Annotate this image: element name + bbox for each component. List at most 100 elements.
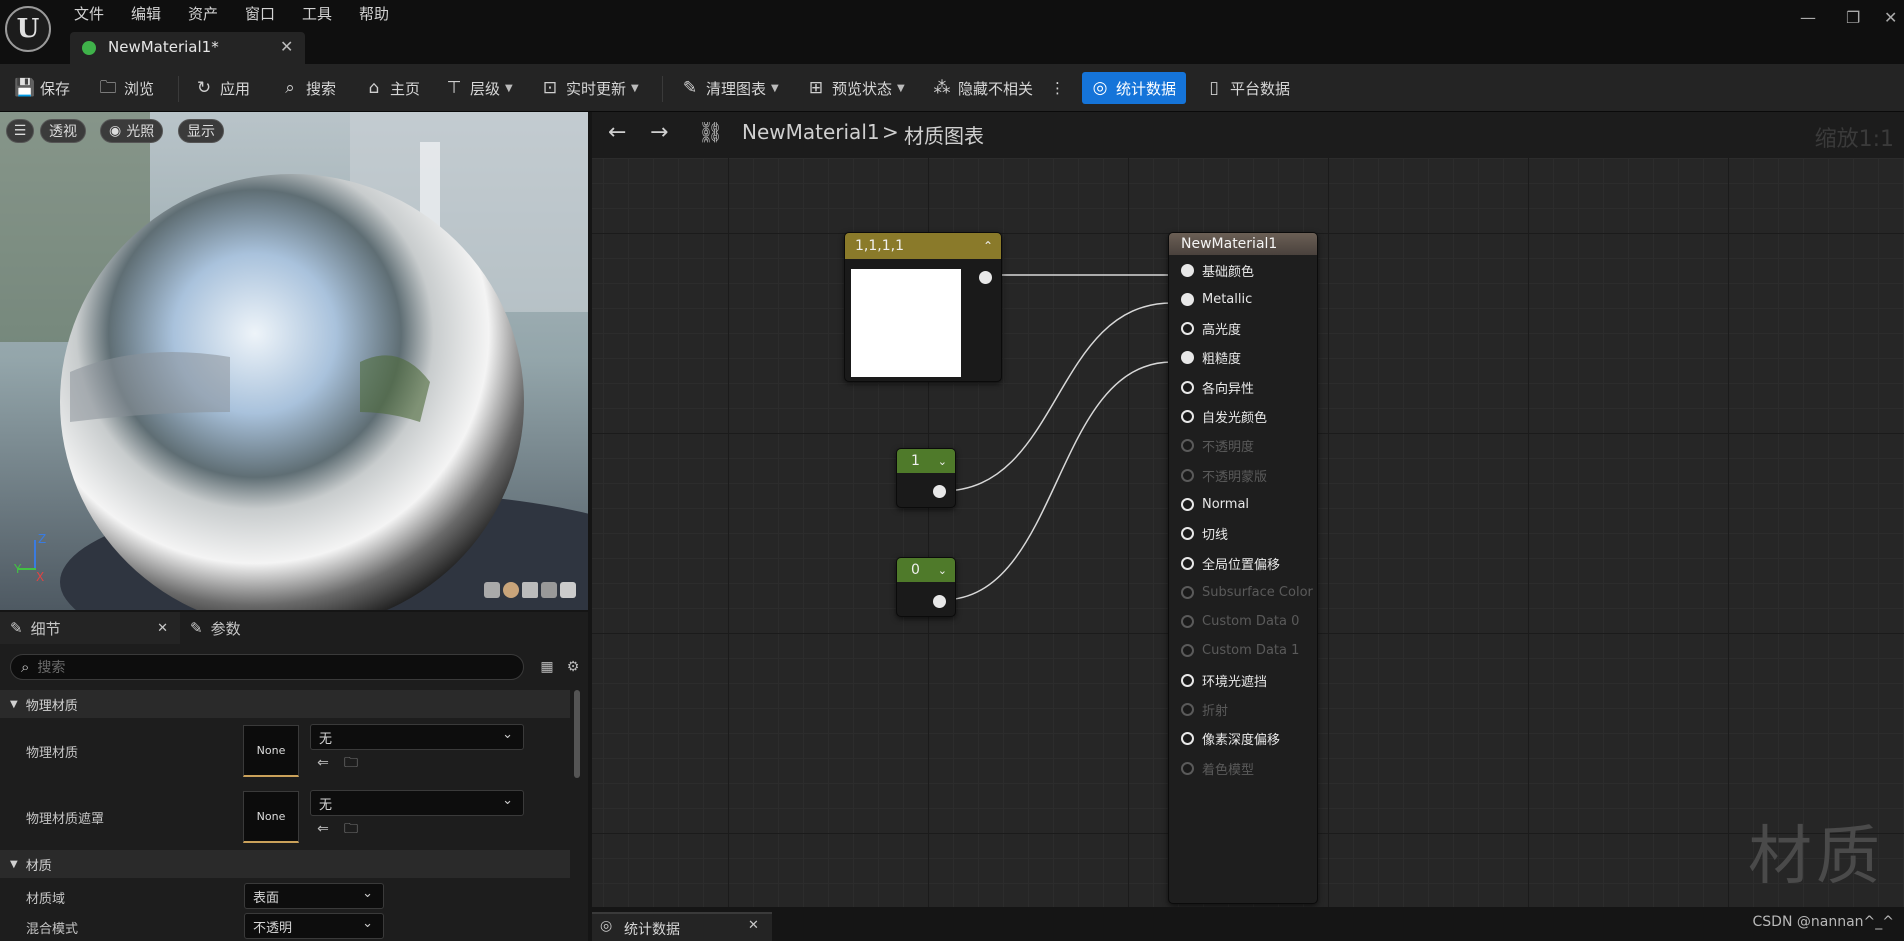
collapse-icon[interactable]: ⌃ (983, 239, 993, 253)
search-input[interactable]: ⌕ 搜索 (10, 654, 524, 680)
unreal-logo-icon[interactable]: U (5, 6, 51, 52)
input-pin[interactable] (1181, 732, 1194, 746)
cube-shape-icon[interactable] (541, 582, 557, 598)
search-button[interactable]: ⌕ 搜索 (280, 74, 336, 102)
close-tab-icon[interactable]: ✕ (280, 37, 293, 56)
material-input-pin-row[interactable]: 全局位置偏移 (1181, 554, 1280, 573)
browse-asset-icon[interactable]: 🗀 (342, 754, 360, 772)
show-button[interactable]: 显示 (178, 119, 224, 143)
use-selected-icon[interactable]: ⇐ (314, 754, 332, 772)
preview-state-button[interactable]: ⊞ 预览状态 ▼ (806, 74, 905, 102)
constant4-node[interactable]: 1,1,1,1 ⌃ (844, 232, 1002, 382)
stats-button[interactable]: ◎ 统计数据 (1082, 72, 1186, 104)
material-input-pin-row[interactable]: 不透明蒙版 (1181, 466, 1267, 485)
input-pin[interactable] (1181, 439, 1194, 453)
teapot-shape-icon[interactable] (560, 582, 576, 598)
input-pin[interactable] (1181, 556, 1194, 570)
input-pin[interactable] (1181, 703, 1194, 716)
input-pin[interactable] (1181, 292, 1194, 306)
material-input-pin-row[interactable]: 环境光遮挡 (1181, 671, 1267, 690)
material-input-pin-row[interactable]: Normal (1181, 495, 1249, 513)
details-scrollbar[interactable] (574, 690, 580, 778)
close-icon[interactable]: ✕ (1884, 8, 1897, 27)
input-pin[interactable] (1181, 351, 1194, 365)
material-result-node[interactable]: NewMaterial1 基础颜色 Metallic 高光度 粗糙度 各向异性 自发光颜色… (1168, 232, 1318, 904)
menu-assets[interactable]: 资产 (188, 3, 218, 24)
input-pin[interactable] (1181, 673, 1194, 687)
hierarchy-button[interactable]: ⊤ 层级 ▼ (444, 74, 513, 102)
output-pin[interactable] (933, 485, 946, 498)
input-pin[interactable] (1181, 468, 1194, 482)
material-input-pin-row[interactable]: 不透明度 (1181, 437, 1254, 455)
perspective-button[interactable]: 透视 (40, 119, 86, 143)
tab-stats-bottom[interactable]: ◎ 统计数据 ✕ (592, 912, 772, 941)
lighting-button[interactable]: ◉ 光照 (100, 119, 164, 143)
home-button[interactable]: ⌂ 主页 (364, 74, 420, 102)
material-input-pin-row[interactable]: Subsurface Color (1181, 583, 1313, 601)
material-input-pin-row[interactable]: Custom Data 0 (1181, 613, 1299, 631)
input-pin[interactable] (1181, 615, 1194, 629)
tab-details[interactable]: ✎ 细节 ✕ (0, 612, 180, 644)
plane-shape-icon[interactable] (522, 582, 538, 598)
material-input-pin-row[interactable]: 切线 (1181, 525, 1228, 543)
chevron-down-icon[interactable]: ⌄ (938, 455, 947, 468)
browse-asset-icon[interactable]: 🗀 (342, 820, 360, 838)
more-options-icon[interactable]: ⋮ (1050, 74, 1065, 102)
material-domain-dropdown[interactable]: 表面 ⌄ (244, 883, 384, 909)
minimize-icon[interactable]: — (1800, 8, 1816, 27)
save-button[interactable]: 💾 保存 (14, 74, 70, 102)
input-pin[interactable] (1181, 644, 1194, 658)
scalar-node-0[interactable]: 0 ⌄ (896, 557, 956, 617)
scalar-node-1[interactable]: 1 ⌄ (896, 448, 956, 508)
input-pin[interactable] (1181, 761, 1194, 775)
material-graph-canvas[interactable]: ← → ⛓ NewMaterial1 > 材质图表 缩放1:1 1,1,1,1 … (592, 112, 1904, 907)
physical-material-dropdown[interactable]: 无 ⌄ (310, 724, 524, 750)
material-input-pin-row[interactable]: 自发光颜色 (1181, 408, 1267, 426)
menu-edit[interactable]: 编辑 (131, 3, 161, 24)
input-pin[interactable] (1181, 410, 1194, 423)
table-view-icon[interactable]: ▦ (538, 658, 556, 676)
input-pin[interactable] (1181, 585, 1194, 599)
physical-mask-thumbnail[interactable]: None (243, 791, 299, 843)
menu-help[interactable]: 帮助 (359, 3, 389, 24)
close-tab-icon[interactable]: ✕ (748, 918, 759, 933)
material-input-pin-row[interactable]: Custom Data 1 (1181, 642, 1299, 660)
material-input-pin-row[interactable]: 着色模型 (1181, 759, 1254, 778)
category-physical-material[interactable]: ▼ 物理材质 (0, 690, 570, 718)
live-update-button[interactable]: ⊡ 实时更新 ▼ (540, 74, 639, 102)
chevron-down-icon[interactable]: ⌄ (938, 564, 947, 577)
menu-window[interactable]: 窗口 (245, 3, 275, 24)
output-pin[interactable] (933, 595, 946, 608)
material-input-pin-row[interactable]: 高光度 (1181, 320, 1241, 338)
input-pin[interactable] (1181, 322, 1194, 336)
input-pin[interactable] (1181, 380, 1194, 394)
output-pin[interactable] (979, 271, 992, 284)
platform-stats-button[interactable]: ▯ 平台数据 (1204, 74, 1290, 102)
material-input-pin-row[interactable]: 像素深度偏移 (1181, 730, 1280, 748)
input-pin[interactable] (1181, 527, 1194, 541)
menu-tools[interactable]: 工具 (302, 3, 332, 24)
input-pin[interactable] (1181, 263, 1194, 277)
tab-newmaterial1[interactable]: NewMaterial1* ✕ (70, 32, 305, 64)
physical-mask-dropdown[interactable]: 无 ⌄ (310, 790, 524, 816)
category-material[interactable]: ▼ 材质 (0, 850, 570, 878)
material-input-pin-row[interactable]: 粗糙度 (1181, 349, 1241, 367)
material-input-pin-row[interactable]: 基础颜色 (1181, 261, 1254, 280)
menu-file[interactable]: 文件 (74, 3, 104, 24)
gear-icon[interactable]: ⚙ (564, 658, 582, 676)
apply-button[interactable]: ↻ 应用 (194, 74, 250, 102)
physical-material-thumbnail[interactable]: None (243, 725, 299, 777)
input-pin[interactable] (1181, 497, 1194, 511)
sphere-shape-icon[interactable] (503, 582, 519, 598)
material-input-pin-row[interactable]: 各向异性 (1181, 378, 1254, 397)
material-input-pin-row[interactable]: 折射 (1181, 701, 1228, 719)
close-tab-icon[interactable]: ✕ (157, 621, 168, 636)
cylinder-shape-icon[interactable] (484, 582, 500, 598)
clean-graph-button[interactable]: ✎ 清理图表 ▼ (680, 74, 779, 102)
material-input-pin-row[interactable]: Metallic (1181, 290, 1252, 308)
blend-mode-dropdown[interactable]: 不透明 ⌄ (244, 913, 384, 939)
viewport-menu-icon[interactable]: ☰ (6, 119, 34, 143)
material-preview-viewport[interactable]: ☰ 透视 ◉ 光照 显示 Z Y X (0, 112, 588, 610)
use-selected-icon[interactable]: ⇐ (314, 820, 332, 838)
restore-icon[interactable]: ❐ (1846, 8, 1860, 27)
